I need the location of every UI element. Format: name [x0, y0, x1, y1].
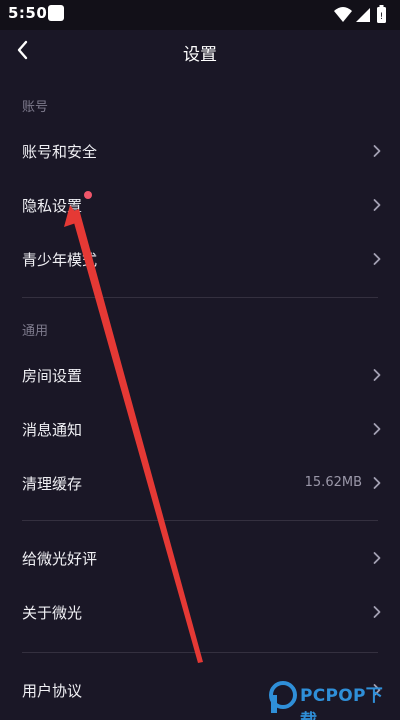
- divider: [22, 297, 378, 298]
- status-icons: !: [334, 5, 386, 23]
- chevron-right-icon: [373, 253, 381, 265]
- row-label: 关于微光: [22, 604, 83, 622]
- watermark-text: PCPOP下载: [300, 686, 384, 720]
- status-time: 5:50: [8, 4, 48, 22]
- chevron-right-icon: [373, 199, 381, 211]
- header: 设置: [0, 30, 400, 74]
- row-label: 房间设置: [22, 367, 83, 385]
- row-rate-app[interactable]: 给微光好评: [0, 532, 400, 586]
- chevron-right-icon: [373, 606, 381, 618]
- row-clear-cache[interactable]: 清理缓存 15.62MB: [0, 457, 400, 511]
- chevron-right-icon: [373, 423, 381, 435]
- page-title: 设置: [183, 45, 217, 65]
- row-label: 清理缓存: [22, 475, 83, 493]
- status-bar: 5:50 !: [0, 0, 400, 30]
- battery-icon: !: [377, 5, 386, 23]
- row-account-security[interactable]: 账号和安全: [0, 125, 400, 179]
- row-label: 隐私设置: [22, 197, 83, 215]
- notification-badge: [84, 191, 92, 199]
- row-label: 账号和安全: [22, 143, 98, 161]
- row-about[interactable]: 关于微光: [0, 586, 400, 640]
- chevron-right-icon: [373, 552, 381, 564]
- notification-icon: [48, 5, 64, 21]
- watermark: PCPOP下载: [268, 678, 396, 720]
- row-label: 用户协议: [22, 682, 83, 700]
- wifi-icon: [334, 7, 352, 22]
- row-teen-mode[interactable]: 青少年模式: [0, 233, 400, 287]
- chevron-right-icon: [373, 477, 381, 489]
- chevron-right-icon: [373, 369, 381, 381]
- row-room-settings[interactable]: 房间设置: [0, 349, 400, 403]
- cache-size-value: 15.62MB: [304, 475, 362, 490]
- divider: [22, 652, 378, 653]
- row-message-notifications[interactable]: 消息通知: [0, 403, 400, 457]
- row-privacy-settings[interactable]: 隐私设置: [0, 179, 400, 233]
- watermark-logo-icon: [269, 681, 297, 713]
- signal-icon: [356, 8, 370, 22]
- row-label: 消息通知: [22, 421, 83, 439]
- svg-text:!: !: [380, 12, 384, 22]
- divider: [22, 520, 378, 521]
- section-label-account: 账号: [22, 100, 49, 115]
- row-label: 青少年模式: [22, 251, 98, 269]
- row-label: 给微光好评: [22, 550, 98, 568]
- chevron-right-icon: [373, 145, 381, 157]
- section-label-general: 通用: [22, 324, 49, 339]
- settings-page: 5:50 ! 设置 账号 账号和安全 隐私设置 青少年模式 通用 房间设置 消息…: [0, 0, 400, 720]
